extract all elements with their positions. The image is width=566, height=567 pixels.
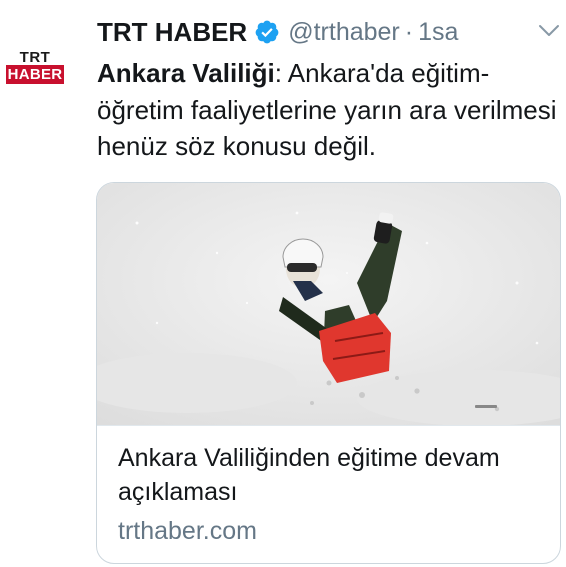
link-card[interactable]: Ankara Valiliğinden eğitime devam açıkla… <box>96 182 561 564</box>
tweet-text: Ankara Valiliği: Ankara'da eğitim-öğreti… <box>97 55 557 165</box>
card-domain[interactable]: trthaber.com <box>118 517 257 546</box>
card-divider <box>97 425 560 426</box>
chevron-down-icon[interactable] <box>537 23 561 39</box>
tweet-header: TRT HABER @trthaber · 1sa <box>97 14 458 50</box>
avatar-logo-haber: HABER <box>6 65 64 84</box>
separator-dot: · <box>404 17 414 46</box>
account-handle[interactable]: @trthaber <box>288 18 400 47</box>
verified-badge-icon <box>255 20 279 44</box>
tweet-timestamp[interactable]: 1sa <box>418 18 458 47</box>
avatar[interactable]: TRT HABER <box>6 50 64 86</box>
card-image <box>97 183 560 425</box>
card-title[interactable]: Ankara Valiliğinden eğitime devam açıkla… <box>118 441 538 509</box>
avatar-logo-trt: TRT <box>19 49 51 66</box>
tweet-bold-prefix: Ankara Valiliği <box>97 58 275 88</box>
account-name[interactable]: TRT HABER <box>97 17 247 48</box>
